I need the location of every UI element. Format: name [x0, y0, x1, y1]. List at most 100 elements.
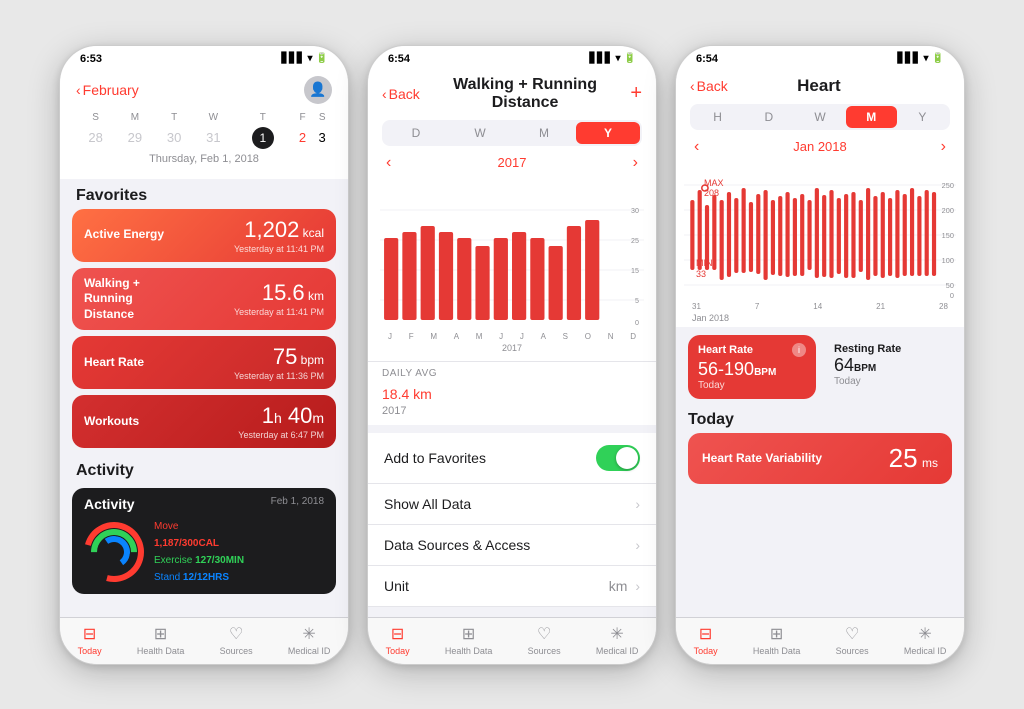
- heart-rate-range: 56-190: [698, 359, 754, 379]
- activity-section: Activity Feb 1, 2018 Move1,187/300CAL: [60, 484, 348, 598]
- fav-active-energy[interactable]: Active Energy 1,202 kcal Yesterday at 11…: [72, 209, 336, 262]
- resting-unit: BPM: [854, 363, 876, 374]
- status-time-2: 6:54: [388, 53, 410, 65]
- svg-text:250: 250: [942, 182, 954, 190]
- data-sources-item[interactable]: Data Sources & Access ›: [368, 525, 656, 566]
- period-y[interactable]: Y: [576, 122, 640, 144]
- calendar-header-row: S M T W T F S: [76, 110, 332, 125]
- status-icons-3: ▋▋▋ ▾ 🔋: [897, 53, 944, 64]
- data-sources-label: Data Sources & Access: [384, 537, 530, 553]
- cal-date-label: Thursday, Feb 1, 2018: [76, 151, 332, 171]
- tab-health-3[interactable]: ⊞ Health Data: [753, 624, 801, 656]
- show-all-data-chevron: ›: [635, 496, 640, 512]
- period-tabs-3: H D W M Y: [690, 104, 950, 130]
- avatar-1[interactable]: 👤: [304, 76, 332, 104]
- fav-heart-rate[interactable]: Heart Rate 75 bpm Yesterday at 11:36 PM: [72, 336, 336, 389]
- heart-card-info[interactable]: i: [792, 343, 806, 357]
- tab-sources-1[interactable]: ♡ Sources: [220, 624, 253, 656]
- fav-workouts[interactable]: Workouts 1h 40m Yesterday at 6:47 PM: [72, 395, 336, 448]
- svg-text:200: 200: [942, 207, 954, 215]
- tab-today-label-3: Today: [694, 646, 718, 656]
- phones-container: 6:53 ▋▋▋ ▾ 🔋 ‹ February 👤: [39, 25, 985, 685]
- chart-next-3[interactable]: ›: [937, 138, 950, 156]
- stat-exercise: Exercise 127/30MIN: [154, 552, 244, 569]
- fav-value-1: 15.6 km Yesterday at 11:41 PM: [234, 280, 324, 317]
- svg-text:150: 150: [942, 232, 954, 240]
- tab-today-label-1: Today: [78, 646, 102, 656]
- stat-move: Move1,187/300CAL: [154, 518, 244, 552]
- chart-month-3: Jan 2018: [793, 139, 847, 154]
- period-m[interactable]: M: [512, 122, 576, 144]
- chart-next-2[interactable]: ›: [629, 154, 642, 172]
- p2-header: ‹ Back Walking + Running Distance + D W …: [368, 70, 656, 182]
- tab-health-label-1: Health Data: [137, 646, 185, 656]
- status-icons-2: ▋▋▋ ▾ 🔋: [589, 53, 636, 64]
- tab-sources-icon-2: ♡: [537, 624, 551, 644]
- svg-text:50: 50: [946, 282, 954, 290]
- heart-rate-card[interactable]: Heart Rate i 56-190BPM Today: [688, 335, 816, 399]
- phone-2: 6:54 ▋▋▋ ▾ 🔋 ‹ Back Walking + Running Di…: [367, 45, 657, 665]
- tab-medical-label-1: Medical ID: [288, 646, 331, 656]
- period-d-3[interactable]: D: [743, 106, 794, 128]
- p3-back-chevron: ‹: [690, 78, 695, 94]
- wifi-icon-3: ▾: [924, 53, 929, 64]
- tab-sources-2[interactable]: ♡ Sources: [528, 624, 561, 656]
- activity-rings: [84, 522, 144, 582]
- resting-rate-card[interactable]: Resting Rate 64BPM Today: [824, 335, 952, 399]
- activity-card[interactable]: Activity Feb 1, 2018 Move1,187/300CAL: [72, 488, 336, 594]
- unit-item[interactable]: Unit km ›: [368, 566, 656, 607]
- tab-health-1[interactable]: ⊞ Health Data: [137, 624, 185, 656]
- february-back[interactable]: ‹ February: [76, 82, 139, 98]
- tab-medical-2[interactable]: ✳ Medical ID: [596, 624, 639, 656]
- selected-day[interactable]: 1: [252, 127, 274, 149]
- battery-icon-3: 🔋: [932, 53, 944, 64]
- activity-header: Activity Feb 1, 2018: [84, 496, 324, 512]
- status-bar-2: 6:54 ▋▋▋ ▾ 🔋: [368, 46, 656, 70]
- tab-sources-3[interactable]: ♡ Sources: [836, 624, 869, 656]
- tab-bar-2: ⊟ Today ⊞ Health Data ♡ Sources ✳ Medica…: [368, 617, 656, 664]
- show-all-data-item[interactable]: Show All Data ›: [368, 484, 656, 525]
- bar-chart-svg: 30 25 15 5 0: [380, 190, 644, 330]
- p1-nav: ‹ February 👤: [76, 76, 332, 104]
- heart-chart-svg: 250 200 150 100 50 0: [684, 170, 956, 300]
- period-h-3[interactable]: H: [692, 106, 743, 128]
- status-icons-1: ▋▋▋ ▾ 🔋: [281, 53, 328, 64]
- tab-today-1[interactable]: ⊟ Today: [78, 624, 102, 656]
- period-w-3[interactable]: W: [794, 106, 845, 128]
- toggle-favorites[interactable]: [596, 445, 640, 471]
- signal-icon-3: ▋▋▋: [897, 53, 920, 64]
- p3-back[interactable]: ‹ Back: [690, 78, 728, 94]
- signal-icon-1: ▋▋▋: [281, 53, 304, 64]
- status-bar-3: 6:54 ▋▋▋ ▾ 🔋: [676, 46, 964, 70]
- tab-medical-label-2: Medical ID: [596, 646, 639, 656]
- hrv-value-row: 25 ms: [889, 443, 938, 474]
- period-w[interactable]: W: [448, 122, 512, 144]
- fav-walking[interactable]: Walking + Running Distance 15.6 km Yeste…: [72, 268, 336, 331]
- p2-add-btn[interactable]: +: [630, 82, 642, 105]
- daily-avg: DAILY AVG 18.4 km 2017: [368, 361, 656, 425]
- fav-num-0: 1,202 kcal: [234, 217, 324, 243]
- chart-prev-3[interactable]: ‹: [690, 138, 703, 156]
- heart-rate-sub: Today: [698, 380, 806, 391]
- period-y-3[interactable]: Y: [897, 106, 948, 128]
- p2-back[interactable]: ‹ Back: [382, 86, 420, 102]
- period-d[interactable]: D: [384, 122, 448, 144]
- chart-year-2: 2017: [498, 155, 527, 170]
- tab-medical-1[interactable]: ✳ Medical ID: [288, 624, 331, 656]
- fav-label-2: Heart Rate: [84, 355, 144, 371]
- activity-date: Feb 1, 2018: [271, 496, 324, 512]
- tab-today-3[interactable]: ⊟ Today: [694, 624, 718, 656]
- period-m-3[interactable]: M: [846, 106, 897, 128]
- tab-today-2[interactable]: ⊟ Today: [386, 624, 410, 656]
- hrv-card[interactable]: Heart Rate Variability 25 ms: [688, 433, 952, 484]
- tab-health-2[interactable]: ⊞ Health Data: [445, 624, 493, 656]
- chart-prev-2[interactable]: ‹: [382, 154, 395, 172]
- tab-medical-3[interactable]: ✳ Medical ID: [904, 624, 947, 656]
- tab-sources-icon-3: ♡: [845, 624, 859, 644]
- add-to-favorites-item[interactable]: Add to Favorites: [368, 433, 656, 484]
- p2-nav: ‹ Back Walking + Running Distance +: [382, 76, 642, 112]
- chart-nav-3: ‹ Jan 2018 ›: [690, 136, 950, 158]
- heart-card-title: Heart Rate: [698, 344, 753, 356]
- svg-text:0: 0: [950, 292, 954, 300]
- back-chevron-1: ‹: [76, 82, 81, 98]
